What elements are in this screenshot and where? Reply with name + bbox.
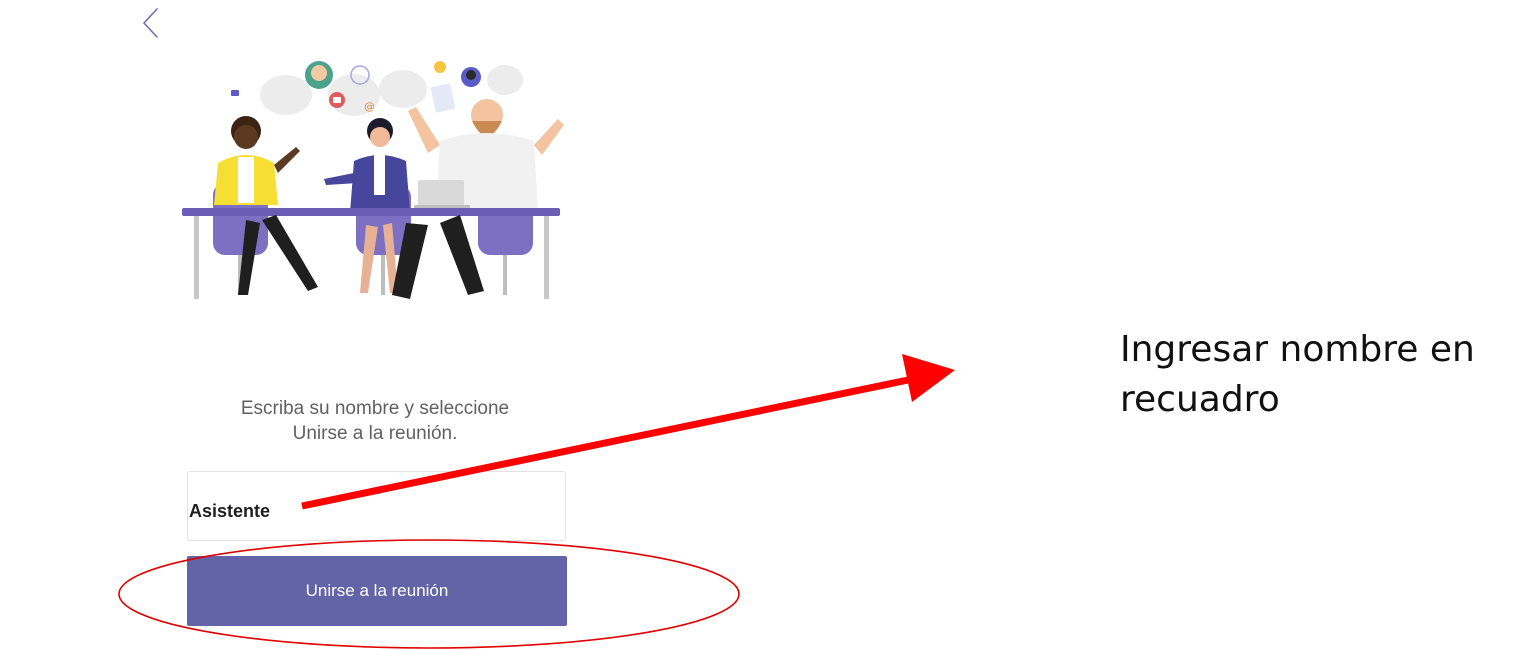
annotation-text: Ingresar nombre en recuadro [1120,325,1510,425]
arrow-head [902,354,955,402]
svg-text:@: @ [364,100,375,113]
back-button[interactable] [138,6,164,40]
annotation-line-2: recuadro [1120,379,1280,420]
chevron-left-icon [143,8,158,38]
instructions-line-1: Escriba su nombre y seleccione [240,398,510,419]
name-field[interactable] [187,471,566,541]
name-input[interactable] [188,472,565,540]
instructions-text: Escriba su nombre y seleccione Unirse a … [180,396,570,446]
meeting-people-illustration: @ [178,55,570,317]
annotation-line-1: Ingresar nombre en [1120,329,1475,370]
instructions-line-2: Unirse a la reunión. [292,423,458,444]
join-meeting-button[interactable]: Unirse a la reunión [187,556,567,626]
